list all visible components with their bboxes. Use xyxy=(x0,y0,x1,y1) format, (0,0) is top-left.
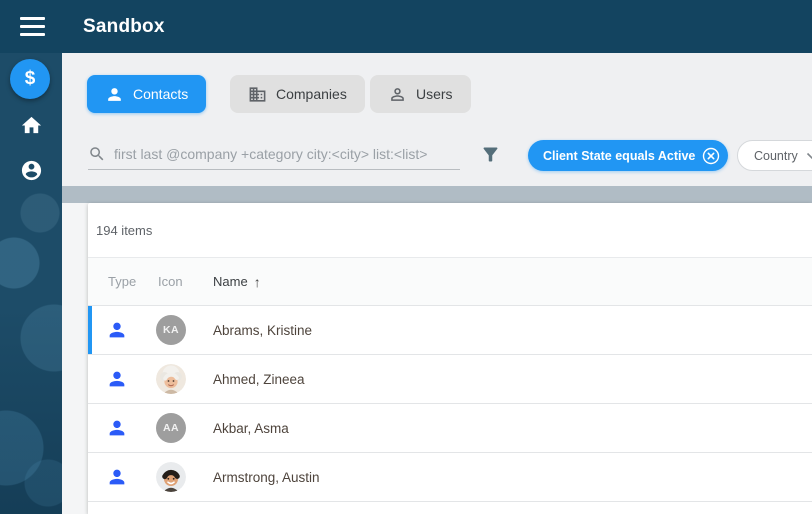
avatar: AA xyxy=(156,413,186,443)
tab-companies[interactable]: Companies xyxy=(230,75,365,113)
filter-toolbar: Contacts Companies Users first last @com… xyxy=(62,53,812,186)
remove-filter-icon[interactable] xyxy=(702,147,720,165)
column-header-type[interactable]: Type xyxy=(108,258,136,306)
contact-type-person-icon xyxy=(106,466,128,488)
search-field xyxy=(88,138,460,170)
contact-name: Ahmed, Zineea xyxy=(213,372,305,387)
search-icon xyxy=(88,145,106,163)
tab-label: Companies xyxy=(276,86,347,102)
sidebar: $ xyxy=(0,53,62,514)
contact-name: Abrams, Kristine xyxy=(213,323,313,338)
filter-chip-label: Country xyxy=(754,148,798,163)
menu-icon[interactable] xyxy=(20,17,45,36)
result-count: 194 items xyxy=(88,203,812,258)
contact-name: Akbar, Asma xyxy=(213,421,289,436)
avatar: KA xyxy=(156,315,186,345)
home-icon[interactable] xyxy=(19,113,43,137)
person-icon xyxy=(105,85,124,104)
person-outline-icon xyxy=(388,85,407,104)
sort-asc-icon: ↑ xyxy=(253,274,261,290)
column-header-icon[interactable]: Icon xyxy=(158,258,183,306)
contact-type-person-icon xyxy=(106,417,128,439)
selected-indicator xyxy=(88,306,92,354)
table-row[interactable]: Armstrong, Austin xyxy=(88,453,812,502)
divider-band xyxy=(62,186,812,203)
top-app-bar: Sandbox xyxy=(0,0,812,53)
table-row[interactable]: KA Abrams, Kristine xyxy=(88,306,812,355)
dollar-fab-button[interactable]: $ xyxy=(10,59,50,99)
tab-label: Contacts xyxy=(133,86,189,102)
filter-funnel-icon[interactable] xyxy=(477,141,503,167)
filter-chip-client-state[interactable]: Client State equals Active xyxy=(528,140,729,171)
tab-label: Users xyxy=(416,86,453,102)
avatar xyxy=(156,462,186,492)
column-header-name[interactable]: Name ↑ xyxy=(213,258,261,306)
dollar-icon: $ xyxy=(24,68,36,89)
filter-chip-label: Client State equals Active xyxy=(543,148,696,163)
contact-type-person-icon xyxy=(106,319,128,341)
tab-users[interactable]: Users xyxy=(370,75,471,113)
app-title: Sandbox xyxy=(83,16,165,37)
account-circle-icon[interactable] xyxy=(19,158,43,182)
results-card: 194 items Type Icon Name ↑ KA Abrams, Kr… xyxy=(88,203,812,514)
main-content: Contacts Companies Users first last @com… xyxy=(62,53,812,514)
avatar xyxy=(156,364,186,394)
contact-type-person-icon xyxy=(106,368,128,390)
chevron-down-icon xyxy=(806,152,812,160)
table-header: Type Icon Name ↑ xyxy=(88,258,812,306)
contact-name: Armstrong, Austin xyxy=(213,470,320,485)
filter-chip-country[interactable]: Country xyxy=(737,140,812,171)
table-row[interactable]: AA Akbar, Asma xyxy=(88,404,812,453)
table-body: KA Abrams, Kristine Ahmed, Zineea AA Akb… xyxy=(88,306,812,502)
search-input[interactable] xyxy=(114,145,460,162)
app-window: Sandbox $ Contacts Companies Users first… xyxy=(0,0,812,514)
table-row[interactable]: Ahmed, Zineea xyxy=(88,355,812,404)
building-icon xyxy=(248,85,267,104)
tab-contacts[interactable]: Contacts xyxy=(87,75,207,113)
